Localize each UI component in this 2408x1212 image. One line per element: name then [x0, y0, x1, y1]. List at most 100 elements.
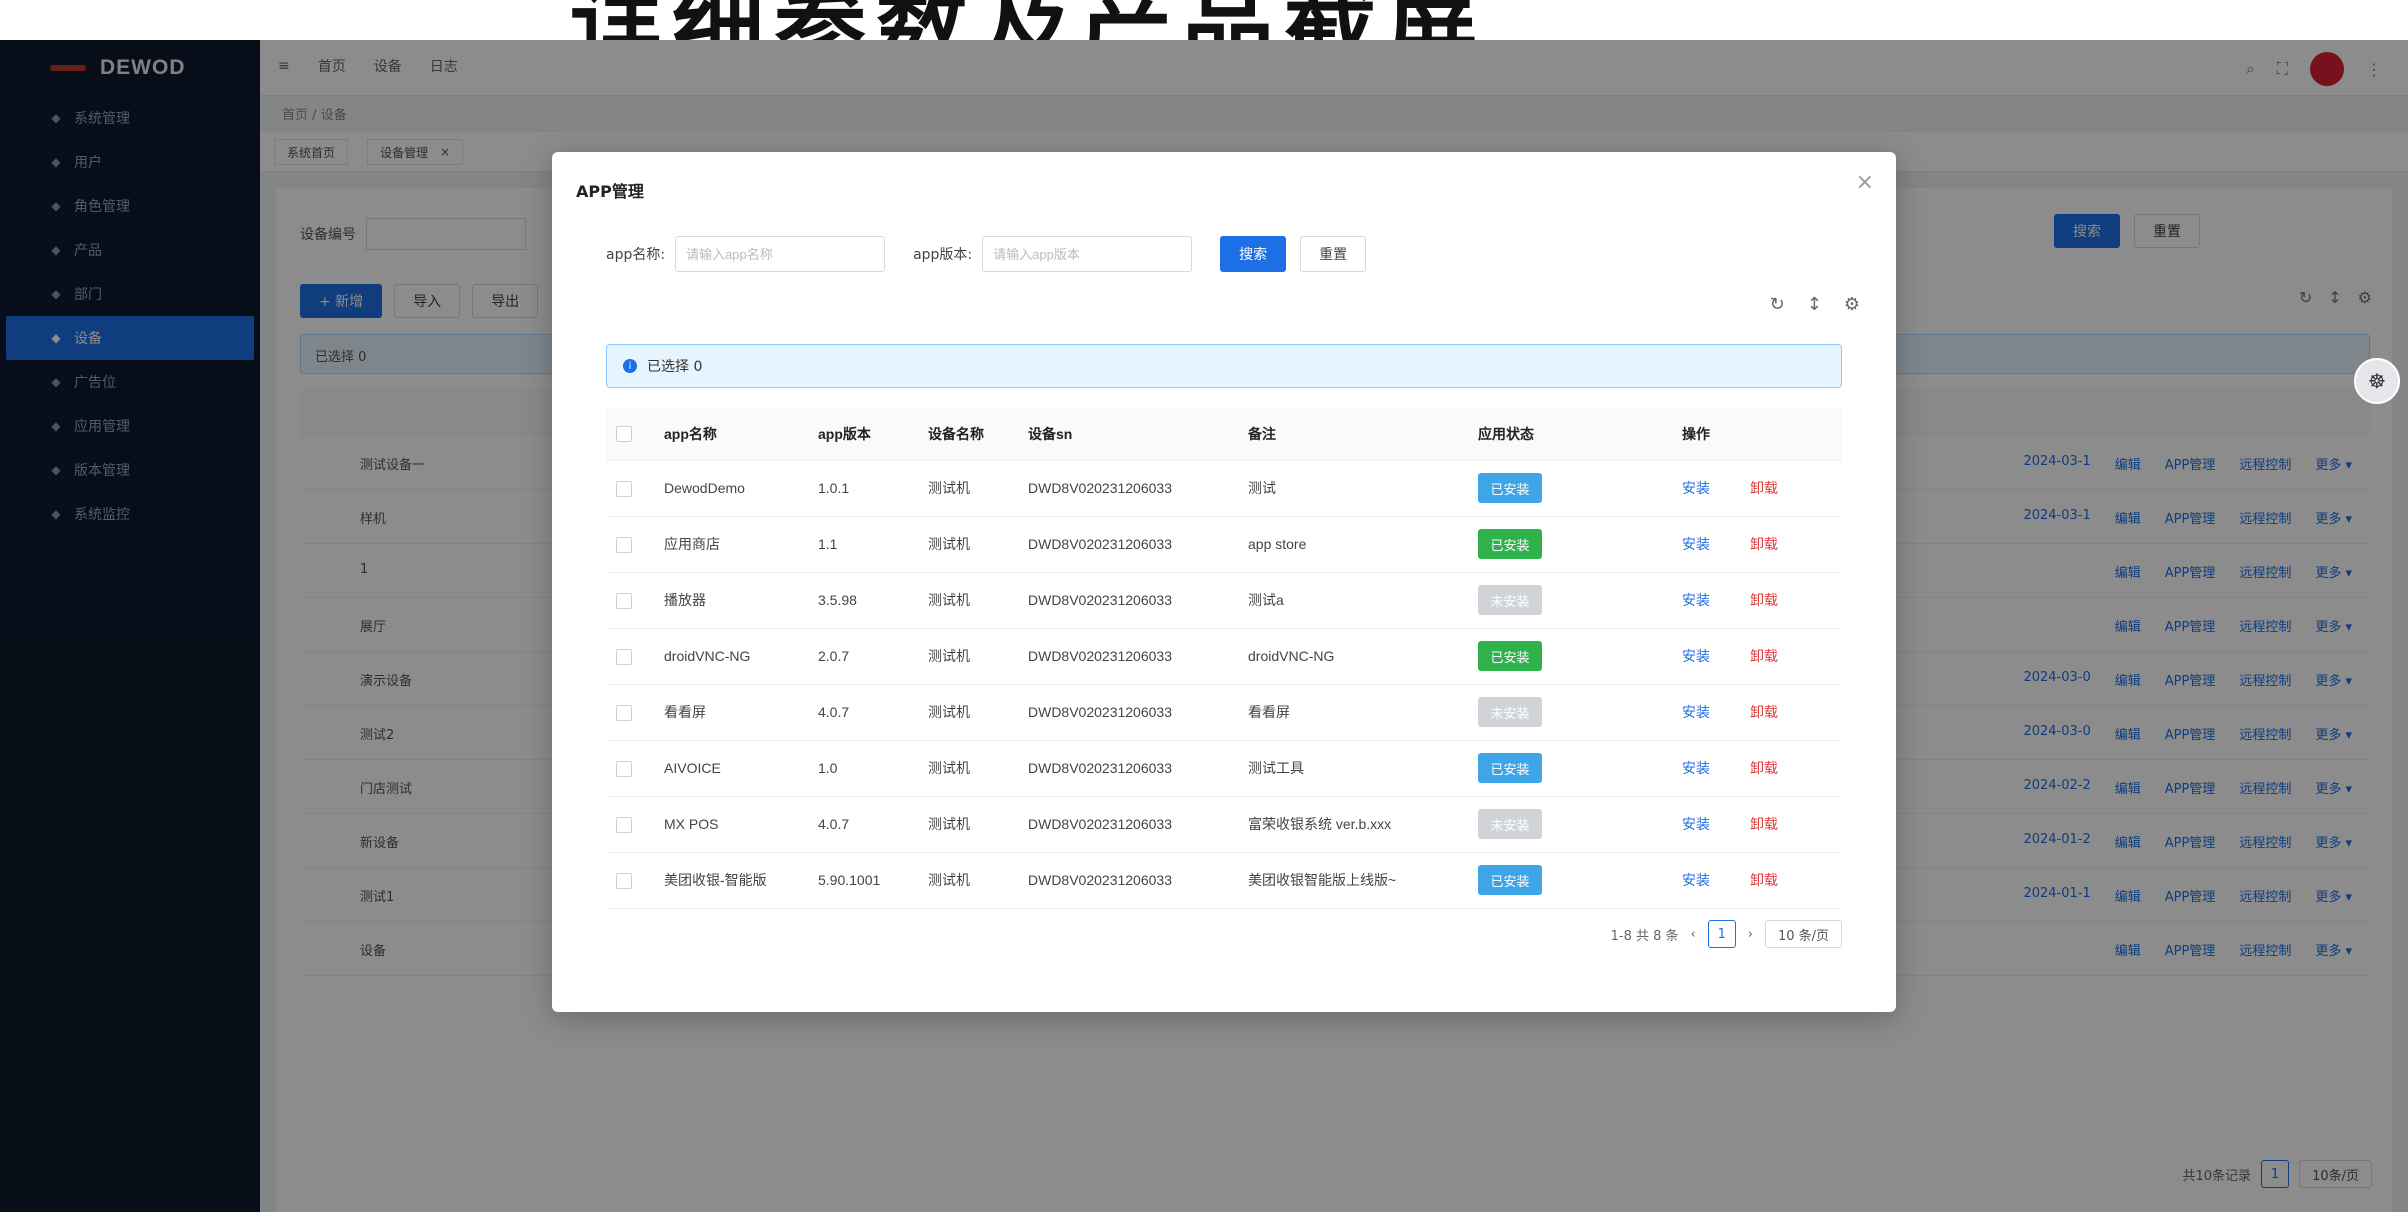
row-checkbox[interactable]: [616, 480, 632, 497]
close-icon[interactable]: ×: [1856, 170, 1874, 195]
status-badge: 未安装: [1478, 809, 1542, 839]
device-name-cell: 测试机: [918, 628, 1018, 685]
status-badge: 未安装: [1478, 585, 1542, 615]
modal-search-button[interactable]: 搜索: [1220, 236, 1287, 272]
status-badge: 已安装: [1478, 641, 1542, 671]
uninstall-link[interactable]: 卸载: [1750, 536, 1778, 552]
row-checkbox[interactable]: [616, 592, 632, 609]
remark-cell: 美团收银智能版上线版~: [1238, 852, 1468, 909]
device-name-cell: 测试机: [918, 852, 1018, 909]
device-name-cell: 测试机: [918, 796, 1018, 853]
install-link[interactable]: 安装: [1682, 816, 1710, 832]
modal-reset-button[interactable]: 重置: [1300, 236, 1367, 272]
table-row: 播放器 3.5.98 测试机 DWD8V020231206033 测试a 未安装 安装 卸载: [606, 572, 1842, 629]
device-sn-cell: DWD8V020231206033: [1018, 684, 1238, 741]
install-link[interactable]: 安装: [1682, 648, 1710, 664]
device-sn-cell: DWD8V020231206033: [1018, 572, 1238, 629]
device-sn-cell: DWD8V020231206033: [1018, 628, 1238, 685]
row-checkbox[interactable]: [616, 816, 632, 833]
row-checkbox[interactable]: [616, 872, 632, 889]
actions-cell: 安装 卸载: [1642, 516, 1842, 573]
pager-prev-icon[interactable]: ‹: [1691, 927, 1696, 942]
column-setting-icon[interactable]: ⚙: [1844, 294, 1860, 315]
app-name-cell: 看看屏: [654, 684, 808, 741]
app-name-input[interactable]: [675, 236, 886, 272]
install-link[interactable]: 安装: [1682, 704, 1710, 720]
remark-cell: app store: [1238, 516, 1468, 573]
table-row: 应用商店 1.1 测试机 DWD8V020231206033 app store 已安装 安…: [606, 516, 1842, 573]
status-cell: 已安装: [1468, 460, 1642, 517]
pager-total: 1-8 共 8 条: [1610, 928, 1679, 944]
modal-table-tools: ↻ ↕ ⚙: [1770, 294, 1860, 315]
refresh-icon[interactable]: ↻: [1770, 294, 1785, 315]
table-header-row: app名称 app版本 设备名称 设备sn 备注 应用状态 操作: [606, 408, 1842, 461]
app-table-body: DewodDemo 1.0.1 测试机 DWD8V020231206033 测试 已安装安…: [606, 460, 1842, 909]
info-icon: i: [623, 359, 637, 373]
table-row: MX POS 4.0.7 测试机 DWD8V020231206033 富荣收银系统 ve…: [606, 796, 1842, 853]
row-checkbox[interactable]: [616, 760, 632, 777]
status-badge: 已安装: [1478, 753, 1542, 783]
col-device-sn[interactable]: 设备sn: [1018, 408, 1238, 461]
actions-cell: 安装 卸载: [1642, 852, 1842, 909]
table-row: 看看屏 4.0.7 测试机 DWD8V020231206033 看看屏 未安装 安装 卸载: [606, 684, 1842, 741]
app-version-cell: 2.0.7: [808, 628, 918, 685]
robot-icon: ☸: [2368, 369, 2386, 393]
col-actions: 操作: [1642, 408, 1842, 461]
uninstall-link[interactable]: 卸载: [1750, 648, 1778, 664]
col-app-version[interactable]: app版本: [808, 408, 918, 461]
install-link[interactable]: 安装: [1682, 760, 1710, 776]
pager-page-1[interactable]: 1: [1707, 920, 1736, 948]
table-row: AIVOICE 1.0 测试机 DWD8V020231206033 测试工具 已安装 安装 卸…: [606, 740, 1842, 797]
pager-next-icon[interactable]: ›: [1748, 927, 1753, 942]
remark-cell: droidVNC-NG: [1238, 628, 1468, 685]
uninstall-link[interactable]: 卸载: [1750, 592, 1778, 608]
density-icon[interactable]: ↕: [1807, 294, 1822, 315]
col-app-name[interactable]: app名称: [654, 408, 808, 461]
app-name-label: app名称:: [606, 247, 666, 263]
modal-selected-alert: i 已选择 0: [606, 344, 1842, 388]
app-name-cell: AIVOICE: [654, 740, 808, 797]
actions-cell: 安装 卸载: [1642, 572, 1842, 629]
app-name-cell: 美团收银-智能版: [654, 852, 808, 909]
uninstall-link[interactable]: 卸载: [1750, 816, 1778, 832]
row-checkbox[interactable]: [616, 704, 632, 721]
uninstall-link[interactable]: 卸载: [1750, 704, 1778, 720]
install-link[interactable]: 安装: [1682, 592, 1710, 608]
actions-cell: 安装 卸载: [1642, 460, 1842, 517]
banner-title: 详细参数及产品截屏: [570, 0, 1488, 40]
device-sn-cell: DWD8V020231206033: [1018, 460, 1238, 517]
table-row: DewodDemo 1.0.1 测试机 DWD8V020231206033 测试 已安装 安…: [606, 460, 1842, 517]
remark-cell: 富荣收银系统 ver.b.xxx: [1238, 796, 1468, 853]
col-status[interactable]: 应用状态: [1468, 408, 1642, 461]
device-sn-cell: DWD8V020231206033: [1018, 796, 1238, 853]
app-version-cell: 4.0.7: [808, 684, 918, 741]
install-link[interactable]: 安装: [1682, 536, 1710, 552]
uninstall-link[interactable]: 卸载: [1750, 480, 1778, 496]
select-cell: [606, 516, 654, 573]
assistant-float-button[interactable]: ☸: [2354, 358, 2400, 404]
status-cell: 已安装: [1468, 740, 1642, 797]
remark-cell: 看看屏: [1238, 684, 1468, 741]
status-cell: 已安装: [1468, 628, 1642, 685]
device-name-cell: 测试机: [918, 516, 1018, 573]
select-cell: [606, 852, 654, 909]
actions-cell: 安装 卸载: [1642, 740, 1842, 797]
app-table: app名称 app版本 设备名称 设备sn 备注 应用状态 操作 DewodDe…: [606, 408, 1842, 909]
pager-size-select[interactable]: 10 条/页: [1764, 920, 1842, 948]
device-name-cell: 测试机: [918, 684, 1018, 741]
select-all-checkbox[interactable]: [616, 426, 632, 443]
device-name-cell: 测试机: [918, 460, 1018, 517]
status-cell: 未安装: [1468, 572, 1642, 629]
col-device-name[interactable]: 设备名称: [918, 408, 1018, 461]
app-name-cell: 应用商店: [654, 516, 808, 573]
uninstall-link[interactable]: 卸载: [1750, 872, 1778, 888]
app-version-input[interactable]: [982, 236, 1193, 272]
row-checkbox[interactable]: [616, 648, 632, 665]
col-remark[interactable]: 备注: [1238, 408, 1468, 461]
install-link[interactable]: 安装: [1682, 872, 1710, 888]
install-link[interactable]: 安装: [1682, 480, 1710, 496]
uninstall-link[interactable]: 卸载: [1750, 760, 1778, 776]
actions-cell: 安装 卸载: [1642, 796, 1842, 853]
row-checkbox[interactable]: [616, 536, 632, 553]
app-version-label: app版本:: [913, 247, 973, 263]
